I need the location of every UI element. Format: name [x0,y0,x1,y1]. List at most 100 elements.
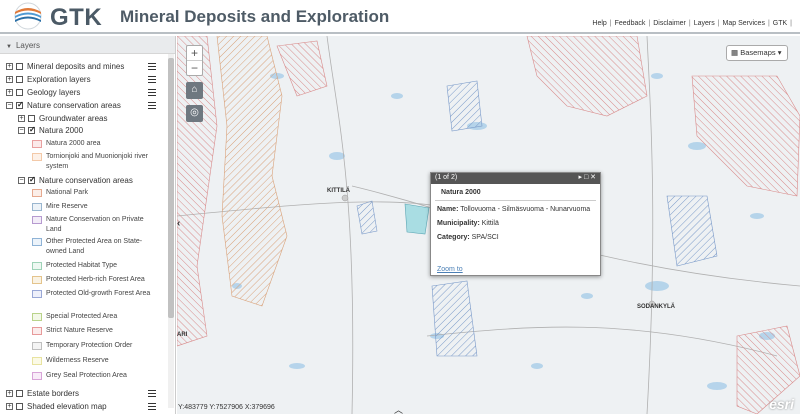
legend-item: Temporary Protection Order [32,341,132,351]
logo-text: GTK [50,4,103,31]
expand-icon[interactable]: + [6,76,13,83]
legend-swatch [32,372,42,380]
layer-row-natura2000[interactable]: − Natura 2000 [18,124,156,137]
layer-checkbox[interactable] [16,76,23,83]
maximize-icon[interactable]: □ [584,174,588,181]
zoom-in-button[interactable]: + [187,46,202,61]
legend-item: National Park [32,188,88,198]
hamburger-menu-icon[interactable] [148,89,156,96]
layer-checkbox[interactable] [28,125,36,134]
expand-icon[interactable]: + [18,115,25,122]
layer-label: Estate borders [27,389,80,398]
layer-checkbox[interactable] [16,403,23,410]
layer-label: Groundwater areas [39,114,108,123]
layer-label: Geology layers [27,88,81,97]
map-label-kittila: KITTILÄ [327,188,350,194]
popup-municipality-value: Kittilä [481,220,499,227]
collapse-icon[interactable]: − [18,127,25,134]
layer-checkbox[interactable] [28,115,35,122]
popup-name-row: Name: Tollovuoma - Silmäsvuoma - Nunarvu… [431,201,600,215]
gtk-link[interactable]: GTK [770,20,790,27]
close-icon[interactable]: ✕ [590,174,596,181]
expand-icon[interactable]: + [6,403,13,410]
legend-swatch [32,140,42,148]
hamburger-menu-icon[interactable] [148,76,156,83]
popup-titlebar: (1 of 2) ▸ □ ✕ [431,173,600,184]
legend-swatch [32,357,42,365]
chevron-left-icon: ‹ [177,218,181,229]
map-label-sodankyla: SODANKYLÄ [637,304,676,310]
expand-icon[interactable]: + [6,390,13,397]
next-icon[interactable]: ▸ [578,174,582,181]
layer-row-nature-sub[interactable]: − Nature conservation areas [18,174,156,187]
popup-category-label: Category: [437,234,470,241]
legend-label: National Park [46,189,89,196]
legend-item: Protected Herb-rich Forest Area [32,275,145,285]
popup-counter: (1 of 2) [435,174,458,181]
sidebar-scroll-thumb[interactable] [168,58,174,318]
legend-item: Strict Nature Reserve [32,326,113,336]
popup-municipality-label: Municipality: [437,220,480,227]
layer-row-nature[interactable]: − Nature conservation areas [6,99,156,112]
popup-category-value: SPA/SCI [471,234,499,241]
layers-panel-header[interactable]: ▼ Layers [0,36,175,54]
zoom-out-button[interactable]: − [187,61,202,76]
hamburger-menu-icon[interactable] [148,63,156,70]
collapse-panel-button[interactable]: ‹ [177,218,185,232]
basemaps-label: Basemaps [740,48,776,57]
legend-item: Wilderness Reserve [32,356,109,366]
legend-label: Tornionjoki and Muonionjoki river system [46,153,148,170]
legend-item: Protected Old-growth Forest Area [32,289,158,299]
expand-bottom-button[interactable]: ︿ [394,403,403,414]
feedback-link[interactable]: Feedback [612,20,649,27]
home-button[interactable]: ⌂ [186,82,203,99]
layer-label: Mineral deposits and mines [27,62,125,71]
layer-checkbox[interactable] [16,100,24,109]
layer-row-shaded[interactable]: + Shaded elevation map [6,400,156,413]
legend-item: Mire Reserve [32,202,88,212]
layer-checkbox[interactable] [16,63,23,70]
help-link[interactable]: Help [589,20,609,27]
layer-row-estate[interactable]: + Estate borders [6,387,156,400]
basemaps-button[interactable]: ▦ Basemaps ▾ [726,45,788,61]
map-services-link[interactable]: Map Services [720,20,768,27]
zoom-control: + − [186,45,203,76]
layer-checkbox[interactable] [16,390,23,397]
disclaimer-link[interactable]: Disclaimer [650,20,689,27]
legend-item: Protected Habitat Type [32,261,117,271]
layers-link[interactable]: Layers [691,20,718,27]
expand-icon[interactable]: + [6,63,13,70]
legend-swatch [32,153,42,161]
legend-item: Tornionjoki and Muonionjoki river system [32,152,168,172]
locate-button[interactable]: ◎ [186,105,203,122]
legend-item: Nature Conservation on Private Land [32,215,158,235]
layer-row-exploration[interactable]: + Exploration layers [6,73,156,86]
home-icon: ⌂ [191,84,198,95]
collapse-icon[interactable]: − [6,102,13,109]
legend-swatch [32,342,42,350]
collapse-icon[interactable]: − [18,177,25,184]
gtk-logo-icon [14,2,42,30]
layers-panel-title: Layers [15,41,40,50]
hamburger-menu-icon[interactable] [148,102,156,109]
layer-row-geology[interactable]: + Geology layers [6,86,156,99]
layer-checkbox[interactable] [16,89,23,96]
popup-category-row: Category: SPA/SCI [431,229,600,243]
popup-name-label: Name: [437,206,459,213]
hamburger-menu-icon[interactable] [148,390,156,397]
hamburger-menu-icon[interactable] [148,403,156,410]
legend-item: Natura 2000 area [32,139,100,149]
layer-row-mineral[interactable]: + Mineral deposits and mines [6,60,156,73]
legend-label: Special Protected Area [46,313,118,320]
app-header: GTK Mineral Deposits and Exploration Hel… [0,0,800,34]
legend-swatch [32,327,42,335]
expand-icon[interactable]: + [6,89,13,96]
layer-checkbox[interactable] [28,175,36,184]
legend-swatch [32,313,42,321]
zoom-to-link[interactable]: Zoom to [437,266,463,273]
legend-label: Protected Habitat Type [46,262,118,269]
grid-icon: ▦ [731,48,739,57]
legend-label: Temporary Protection Order [46,342,133,349]
legend-swatch [32,216,42,224]
legend-swatch [32,290,42,298]
